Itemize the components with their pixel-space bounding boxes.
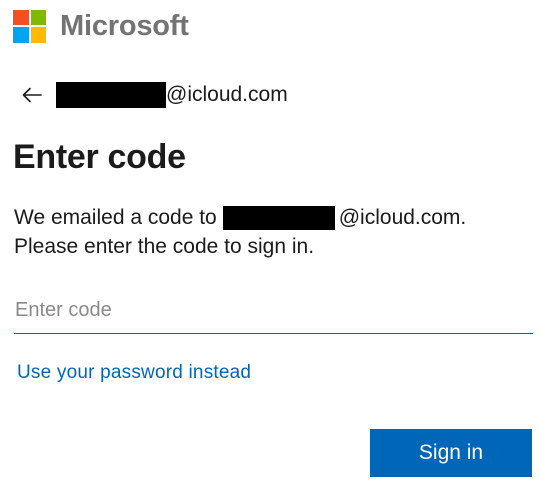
redacted-email-name	[56, 82, 166, 108]
arrow-left-icon	[22, 87, 42, 103]
sign-in-button[interactable]: Sign in	[370, 429, 532, 477]
page-title: Enter code	[13, 138, 186, 176]
logo-green-square	[30, 9, 46, 25]
description-line-2: Please enter the code to sign in.	[14, 235, 315, 258]
logo-yellow-square	[30, 27, 46, 43]
use-password-link[interactable]: Use your password instead	[17, 362, 251, 384]
description-line-1: We emailed a code to @icloud.com.	[14, 203, 534, 232]
back-button[interactable]	[20, 83, 44, 107]
identity-email-domain: @icloud.com	[166, 83, 288, 106]
redacted-email-name	[222, 205, 335, 230]
logo-red-square	[13, 9, 29, 25]
logo-blue-square	[13, 27, 29, 43]
description: We emailed a code to @icloud.com. Please…	[14, 203, 534, 261]
microsoft-logo-icon	[13, 9, 46, 43]
signin-page: Microsoft @icloud.com Enter code We emai…	[0, 0, 541, 486]
microsoft-logo: Microsoft	[13, 8, 189, 44]
description-suffix: @icloud.com.	[338, 206, 467, 229]
code-field	[14, 288, 533, 334]
code-input[interactable]	[14, 288, 533, 332]
logo-text: Microsoft	[60, 9, 189, 42]
description-prefix: We emailed a code to	[14, 206, 217, 229]
identity-banner: @icloud.com	[20, 80, 288, 110]
